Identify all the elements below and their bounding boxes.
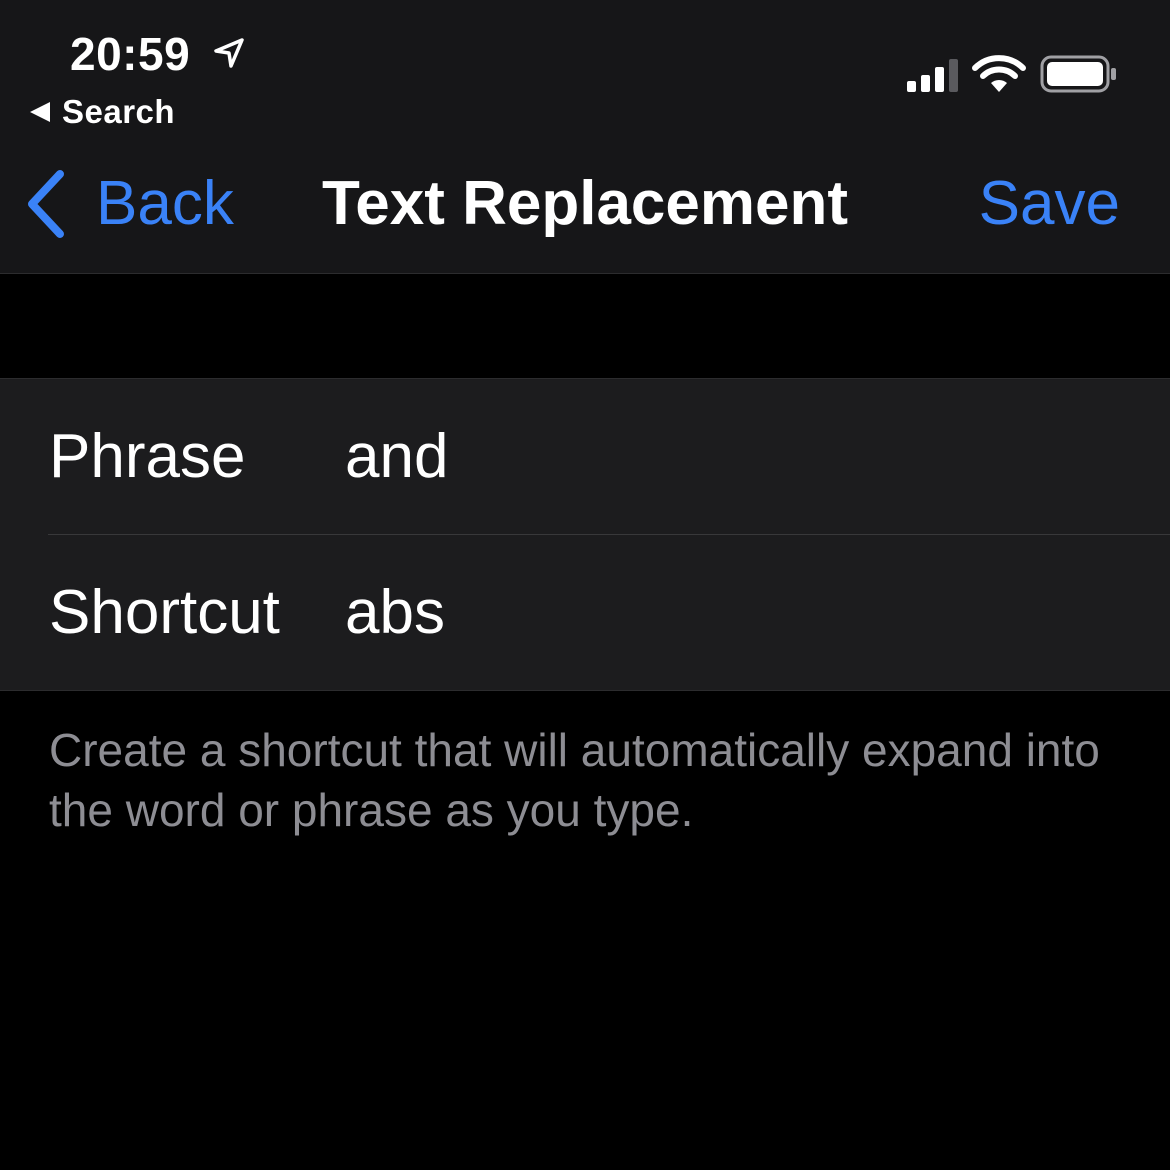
back-triangle-icon — [30, 102, 50, 122]
footer-note: Create a shortcut that will automaticall… — [49, 724, 1100, 836]
shortcut-row[interactable]: Shortcut abs — [0, 535, 1170, 690]
save-button[interactable]: Save — [979, 164, 1120, 244]
shortcut-label: Shortcut — [49, 578, 280, 647]
battery-icon — [1040, 55, 1116, 93]
back-button[interactable]: Back — [22, 164, 234, 244]
back-button-label: Back — [96, 169, 234, 238]
header: 20:59 Search Back Text Replacement Save — [0, 0, 1170, 274]
status-time: 20:59 — [70, 28, 191, 80]
phrase-field[interactable]: and — [345, 379, 1125, 534]
phrase-label: Phrase — [49, 422, 246, 491]
shortcut-field[interactable]: abs — [345, 535, 1125, 690]
location-arrow-icon — [214, 38, 244, 68]
wifi-icon — [972, 55, 1026, 92]
back-to-app-label: Search — [62, 93, 176, 130]
back-to-app-link[interactable]: Search — [30, 92, 175, 132]
text-replacement-screen: 20:59 Search Back Text Replacement Save … — [0, 0, 1170, 1170]
cellular-signal-icon — [907, 59, 958, 92]
chevron-left-icon — [28, 170, 64, 238]
phrase-row[interactable]: Phrase and — [0, 379, 1170, 535]
text-replacement-form: Phrase and Shortcut abs — [0, 378, 1170, 691]
